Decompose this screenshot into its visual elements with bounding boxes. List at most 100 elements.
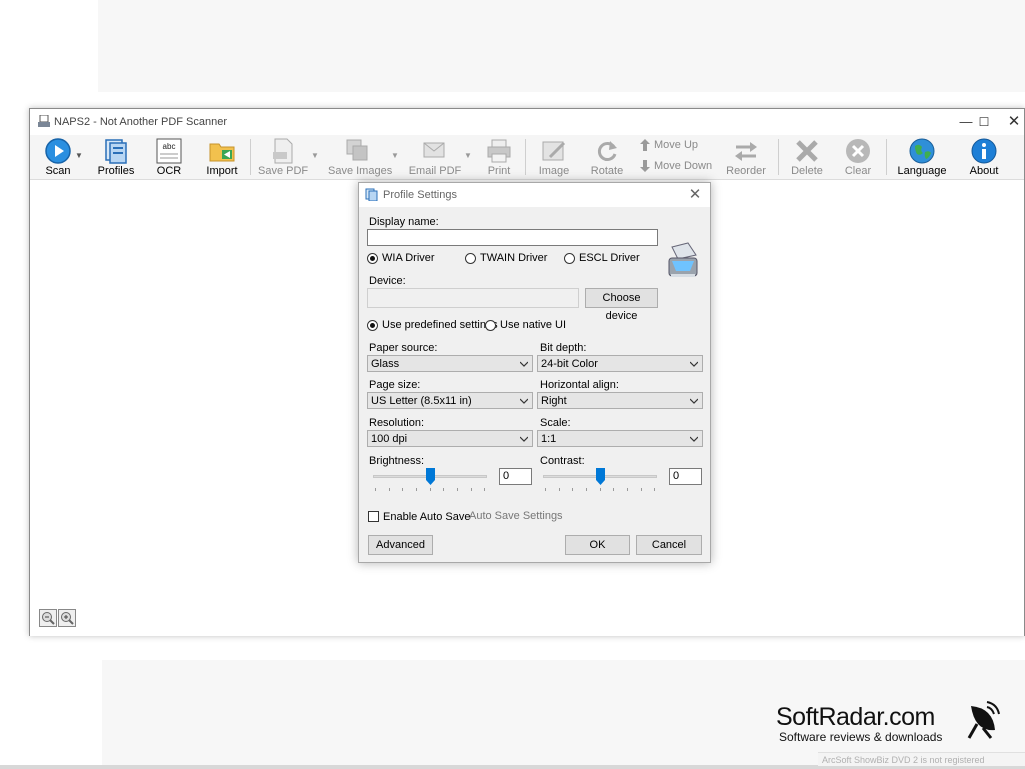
radio-selected-indicator	[367, 319, 378, 331]
horizontal-align-select[interactable]: Right	[537, 392, 703, 409]
escl-driver-label: ESCL Driver	[579, 252, 640, 265]
resolution-select[interactable]: 100 dpi	[367, 430, 533, 447]
slider-tick	[471, 488, 472, 491]
chevron-down-icon	[520, 436, 528, 442]
resolution-label: Resolution:	[369, 417, 425, 429]
save-pdf-label: Save PDF	[258, 165, 309, 177]
scan-dropdown-arrow-icon[interactable]: ▼	[75, 151, 83, 160]
bit-depth-value: 24-bit Color	[541, 358, 598, 370]
language-label: Language	[897, 165, 947, 177]
use-native-ui-radio[interactable]: Use native UI	[485, 319, 566, 333]
chevron-down-icon	[520, 398, 528, 404]
print-button[interactable]: Print	[482, 135, 516, 179]
printer-icon	[487, 139, 511, 163]
cancel-button[interactable]: Cancel	[636, 535, 702, 555]
ok-button[interactable]: OK	[565, 535, 630, 555]
image-button[interactable]: Image	[534, 135, 574, 179]
toolbar-separator	[886, 139, 887, 175]
dialog-title: Profile Settings	[383, 189, 457, 201]
reorder-button[interactable]: Reorder	[724, 135, 768, 179]
slider-tick	[430, 488, 431, 491]
ocr-icon: abc	[156, 138, 182, 164]
display-name-field[interactable]	[367, 229, 658, 246]
radio-indicator	[564, 252, 575, 264]
import-label: Import	[206, 165, 238, 177]
bit-depth-select[interactable]: 24-bit Color	[537, 355, 703, 372]
scale-value: 1:1	[541, 433, 557, 445]
brightness-slider-thumb[interactable]	[425, 468, 435, 485]
save-pdf-button[interactable]: Save PDF	[258, 135, 308, 179]
window-title: NAPS2 - Not Another PDF Scanner	[54, 116, 228, 128]
rotate-button[interactable]: Rotate	[588, 135, 626, 179]
contrast-value-field[interactable]: 0	[669, 468, 702, 485]
reorder-icon	[735, 142, 757, 161]
email-pdf-button[interactable]: Email PDF	[408, 135, 462, 179]
brightness-value-field[interactable]: 0	[499, 468, 532, 485]
arcsoft-registration-notice: ArcSoft ShowBiz DVD 2 is not registered	[818, 752, 1025, 766]
profiles-icon	[105, 139, 127, 164]
slider-tick	[375, 488, 376, 491]
close-window-button[interactable]: ✕	[996, 111, 1025, 133]
scale-select[interactable]: 1:1	[537, 430, 703, 447]
paper-source-select[interactable]: Glass	[367, 355, 533, 372]
page-size-select[interactable]: US Letter (8.5x11 in)	[367, 392, 533, 409]
save-pdf-dropdown-arrow-icon[interactable]: ▼	[311, 151, 319, 160]
radio-indicator	[465, 252, 476, 264]
wia-driver-radio[interactable]: WIA Driver	[367, 252, 435, 266]
escl-driver-radio[interactable]: ESCL Driver	[564, 252, 640, 266]
ocr-label: OCR	[156, 165, 182, 177]
twain-driver-label: TWAIN Driver	[480, 252, 548, 265]
profiles-label: Profiles	[97, 165, 135, 177]
dialog-close-button[interactable]: ✕	[686, 186, 704, 204]
toolbar-separator	[525, 139, 526, 175]
email-icon	[423, 142, 445, 158]
slider-tick	[389, 488, 390, 491]
move-up-button[interactable]: Move Up	[640, 139, 698, 157]
move-down-button[interactable]: Move Down	[640, 160, 712, 178]
profiles-icon	[365, 188, 378, 201]
advanced-button[interactable]: Advanced	[368, 535, 433, 555]
email-pdf-dropdown-arrow-icon[interactable]: ▼	[464, 151, 472, 160]
import-button[interactable]: Import	[202, 135, 242, 179]
contrast-slider-thumb[interactable]	[595, 468, 605, 485]
display-name-input[interactable]	[368, 230, 657, 245]
slider-tick	[443, 488, 444, 491]
slider-tick	[402, 488, 403, 491]
folder-import-icon	[209, 143, 235, 162]
ocr-button[interactable]: abc OCR	[150, 135, 188, 179]
slider-tick	[572, 488, 573, 491]
save-images-label: Save Images	[328, 165, 393, 177]
zoom-in-button[interactable]	[58, 609, 76, 627]
paper-source-value: Glass	[371, 358, 400, 370]
use-predefined-settings-label: Use predefined settings	[382, 319, 498, 332]
profiles-button[interactable]: Profiles	[96, 135, 136, 179]
toolbar-separator	[250, 139, 251, 175]
twain-driver-radio[interactable]: TWAIN Driver	[465, 252, 547, 266]
auto-save-settings-link[interactable]: Auto Save Settings	[469, 510, 563, 522]
info-icon	[971, 138, 997, 164]
bit-depth-label: Bit depth:	[540, 342, 587, 354]
scan-button[interactable]: Scan	[40, 135, 76, 179]
clear-icon	[846, 139, 870, 163]
pdf-icon	[273, 138, 293, 164]
zoom-in-icon	[61, 612, 74, 625]
about-button[interactable]: About	[966, 135, 1002, 179]
enable-auto-save-checkbox[interactable]	[368, 511, 379, 522]
globe-icon	[909, 138, 935, 164]
save-images-button[interactable]: Save Images	[328, 135, 393, 179]
choose-device-button[interactable]: Choose device	[585, 288, 658, 322]
scan-label: Scan	[45, 165, 71, 177]
language-button[interactable]: Language	[896, 135, 948, 179]
zoom-out-button[interactable]	[39, 609, 57, 627]
clear-button[interactable]: Clear	[840, 135, 876, 179]
slider-tick	[559, 488, 560, 491]
profile-settings-dialog: Profile Settings ✕ Display name: WIA Dri…	[358, 182, 711, 563]
radio-indicator	[485, 319, 496, 331]
delete-button[interactable]: Delete	[788, 135, 826, 179]
slider-tick	[545, 488, 546, 491]
scan-play-icon	[45, 138, 71, 164]
slider-tick	[627, 488, 628, 491]
chevron-down-icon	[690, 436, 698, 442]
save-images-dropdown-arrow-icon[interactable]: ▼	[391, 151, 399, 160]
use-predefined-settings-radio[interactable]: Use predefined settings	[367, 319, 498, 333]
